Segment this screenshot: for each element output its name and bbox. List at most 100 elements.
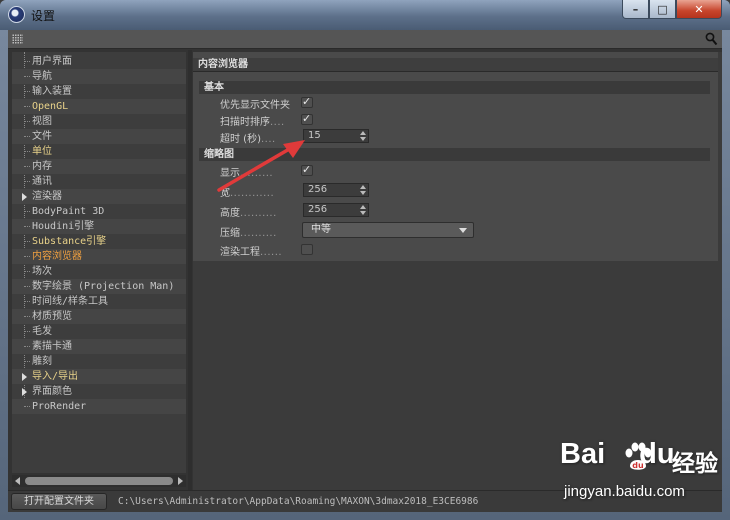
- tree-item-label: OpenGL: [32, 101, 69, 112]
- sort-on-scan-label: 扫描时排序....: [220, 113, 285, 128]
- tree-item[interactable]: OpenGL: [12, 99, 186, 114]
- tree-item[interactable]: 通讯: [12, 174, 186, 189]
- tree-connector: [24, 226, 30, 227]
- tree-item[interactable]: Substance引擎: [12, 234, 186, 249]
- scroll-right-arrow-icon[interactable]: [174, 475, 186, 487]
- thumb-height-input[interactable]: 256: [303, 203, 369, 217]
- tree-item[interactable]: 界面颜色: [12, 384, 186, 399]
- scroll-left-arrow-icon[interactable]: [12, 475, 24, 487]
- search-icon[interactable]: [705, 32, 718, 46]
- baidu-paw-icon: du: [625, 442, 652, 470]
- tree-item[interactable]: 视图: [12, 114, 186, 129]
- expand-arrow-icon[interactable]: [22, 193, 27, 201]
- thumb-height-label: 高度..........: [220, 204, 277, 219]
- tree-connector: [24, 91, 30, 92]
- maximize-button[interactable]: □: [649, 0, 676, 19]
- title-bar[interactable]: 设置 – □ ✕: [0, 0, 730, 30]
- tree-item-label: 用户界面: [32, 56, 72, 67]
- panel-title: 内容浏览器: [193, 58, 718, 72]
- tree-item[interactable]: 单位: [12, 144, 186, 159]
- pane-splitter[interactable]: [188, 50, 192, 490]
- tree-item[interactable]: 毛发: [12, 324, 186, 339]
- tree-connector: [24, 76, 30, 77]
- spin-arrows-icon[interactable]: [360, 205, 366, 215]
- tree-item[interactable]: BodyPaint 3D: [12, 204, 186, 219]
- tree-item[interactable]: 导入/导出: [12, 369, 186, 384]
- tree-item[interactable]: 场次: [12, 264, 186, 279]
- tree-item[interactable]: 时间线/样条工具: [12, 294, 186, 309]
- settings-window: 设置 – □ ✕ 用户界面导航 输入装置 OpenGL 视图文件单位内存通讯渲染器 Bo…: [0, 0, 730, 520]
- close-button[interactable]: ✕: [676, 0, 722, 19]
- tree-item-label: 视图: [32, 116, 52, 127]
- compression-value: 中等: [311, 224, 331, 235]
- tree-item-label: 场次: [32, 266, 52, 277]
- grip-icon[interactable]: [12, 34, 23, 44]
- watermark-brand: 经验: [672, 451, 718, 477]
- tree-connector: [24, 361, 30, 362]
- show-folders-first-checkbox[interactable]: [301, 95, 313, 108]
- expand-arrow-icon[interactable]: [22, 388, 27, 396]
- tree-item-label: 单位: [32, 146, 52, 157]
- minimize-button[interactable]: –: [622, 0, 649, 19]
- tree-connector: [24, 331, 30, 332]
- tree-item-label: 文件: [32, 131, 52, 142]
- tree-item[interactable]: 输入装置: [12, 84, 186, 99]
- tree-connector: [24, 151, 30, 152]
- tree-item-label: 时间线/样条工具: [32, 296, 109, 307]
- tree-connector: [24, 241, 30, 242]
- tree-connector: [24, 346, 30, 347]
- open-config-folder-button[interactable]: 打开配置文件夹: [11, 493, 107, 510]
- section-header-basic[interactable]: 基本: [199, 81, 710, 94]
- scrollbar-thumb[interactable]: [25, 477, 173, 485]
- spin-arrows-icon[interactable]: [360, 185, 366, 195]
- content-browser-panel: 内容浏览器 基本 优先显示文件夹 扫描时排序.... 超时 (秒).... 15…: [193, 52, 722, 490]
- tree-connector: [24, 211, 30, 212]
- compression-dropdown[interactable]: 中等: [302, 222, 474, 238]
- tree-item-label: 材质预览: [32, 311, 72, 322]
- render-project-checkbox[interactable]: [301, 244, 313, 255]
- tree-item[interactable]: 数字绘景 (Projection Man): [12, 279, 186, 294]
- expand-arrow-icon[interactable]: [22, 373, 27, 381]
- tree-item[interactable]: 雕刻: [12, 354, 186, 369]
- tree-item-label: 毛发: [32, 326, 52, 337]
- config-path-text: C:\Users\Administrator\AppData\Roaming\M…: [118, 496, 479, 507]
- tree-item[interactable]: 内存: [12, 159, 186, 174]
- cinema4d-app-icon: [8, 6, 25, 23]
- tree-horizontal-scrollbar[interactable]: [12, 475, 186, 487]
- tree-connector: [24, 106, 30, 107]
- thumb-height-dots: ..........: [240, 208, 277, 219]
- tree-item-label: Houdini引擎: [32, 221, 95, 232]
- tree-item[interactable]: 材质预览: [12, 309, 186, 324]
- tree-item[interactable]: ProRender: [12, 399, 186, 414]
- tree-item-label: 导入/导出: [32, 371, 79, 382]
- tree-item-label: BodyPaint 3D: [32, 206, 105, 217]
- compression-label: 压缩..........: [220, 224, 277, 239]
- tree-connector: [24, 406, 30, 407]
- tree-item[interactable]: 内容浏览器: [12, 249, 186, 264]
- tree-item-label: 界面颜色: [32, 386, 72, 397]
- tree-connector: [24, 271, 30, 272]
- sort-on-scan-checkbox[interactable]: [301, 112, 313, 125]
- watermark-logo-text: Bai du: [560, 438, 675, 471]
- settings-tree: 用户界面导航 输入装置 OpenGL 视图文件单位内存通讯渲染器 BodyPaint 3…: [12, 52, 186, 473]
- tree-item[interactable]: 素描卡通: [12, 339, 186, 354]
- tree-item-label: ProRender: [32, 401, 87, 412]
- red-annotation-arrow-icon: [217, 140, 305, 192]
- tree-item[interactable]: 文件: [12, 129, 186, 144]
- render-project-dots: ......: [260, 247, 283, 258]
- tree-item[interactable]: 导航: [12, 69, 186, 84]
- show-folders-first-label: 优先显示文件夹: [220, 100, 290, 111]
- tree-item[interactable]: 渲染器: [12, 189, 186, 204]
- tree-connector: [24, 61, 30, 62]
- spin-arrows-icon[interactable]: [360, 131, 366, 141]
- tree-item[interactable]: Houdini引擎: [12, 219, 186, 234]
- tree-item[interactable]: 用户界面: [12, 54, 186, 69]
- tree-item-label: 通讯: [32, 176, 52, 187]
- tree-connector: [24, 121, 30, 122]
- render-project-text: 渲染工程: [220, 247, 260, 258]
- chevron-down-icon: [459, 228, 467, 233]
- window-title: 设置: [31, 9, 56, 23]
- tree-item-label: Substance引擎: [32, 236, 107, 247]
- search-strip: [8, 30, 722, 49]
- thumb-height-text: 高度: [220, 208, 240, 219]
